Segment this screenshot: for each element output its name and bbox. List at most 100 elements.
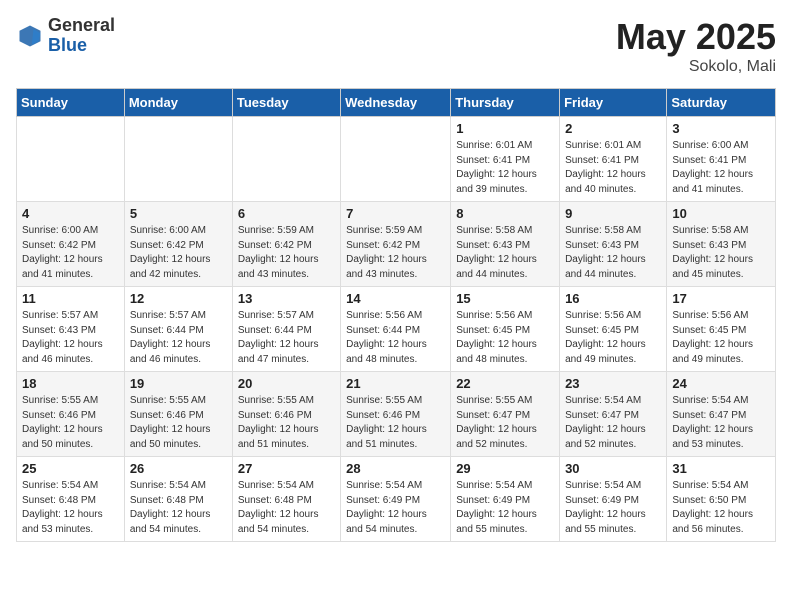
day-content: Sunrise: 5:55 AM Sunset: 6:46 PM Dayligh… bbox=[130, 394, 227, 452]
day-number: 31 bbox=[672, 461, 770, 476]
day-content: Sunrise: 5:56 AM Sunset: 6:45 PM Dayligh… bbox=[456, 309, 554, 367]
calendar-cell: 7 Sunrise: 5:59 AM Sunset: 6:42 PM Daylig… bbox=[341, 202, 451, 287]
month-year-title: May 2025 bbox=[616, 16, 776, 58]
day-number: 5 bbox=[130, 206, 227, 221]
calendar-cell: 15 Sunrise: 5:56 AM Sunset: 6:45 PM Dayli… bbox=[451, 287, 560, 372]
day-content: Sunrise: 5:55 AM Sunset: 6:46 PM Dayligh… bbox=[238, 394, 335, 452]
day-number: 21 bbox=[346, 376, 445, 391]
day-number: 23 bbox=[565, 376, 661, 391]
day-content: Sunrise: 5:54 AM Sunset: 6:49 PM Dayligh… bbox=[456, 479, 554, 537]
day-content: Sunrise: 5:57 AM Sunset: 6:44 PM Dayligh… bbox=[238, 309, 335, 367]
calendar-cell: 4 Sunrise: 6:00 AM Sunset: 6:42 PM Daylig… bbox=[17, 202, 125, 287]
day-content: Sunrise: 5:59 AM Sunset: 6:42 PM Dayligh… bbox=[238, 224, 335, 282]
calendar-cell: 17 Sunrise: 5:56 AM Sunset: 6:45 PM Dayli… bbox=[667, 287, 776, 372]
weekday-header-sunday: Sunday bbox=[17, 89, 125, 117]
day-content: Sunrise: 5:56 AM Sunset: 6:44 PM Dayligh… bbox=[346, 309, 445, 367]
day-content: Sunrise: 6:01 AM Sunset: 6:41 PM Dayligh… bbox=[456, 139, 554, 197]
calendar-cell: 19 Sunrise: 5:55 AM Sunset: 6:46 PM Dayli… bbox=[124, 372, 232, 457]
day-number: 28 bbox=[346, 461, 445, 476]
day-number: 25 bbox=[22, 461, 119, 476]
day-content: Sunrise: 5:54 AM Sunset: 6:49 PM Dayligh… bbox=[346, 479, 445, 537]
calendar-cell: 14 Sunrise: 5:56 AM Sunset: 6:44 PM Dayli… bbox=[341, 287, 451, 372]
day-number: 19 bbox=[130, 376, 227, 391]
day-content: Sunrise: 6:00 AM Sunset: 6:42 PM Dayligh… bbox=[130, 224, 227, 282]
calendar-header: SundayMondayTuesdayWednesdayThursdayFrid… bbox=[17, 89, 776, 117]
day-content: Sunrise: 5:54 AM Sunset: 6:48 PM Dayligh… bbox=[130, 479, 227, 537]
day-number: 29 bbox=[456, 461, 554, 476]
day-number: 14 bbox=[346, 291, 445, 306]
day-content: Sunrise: 5:58 AM Sunset: 6:43 PM Dayligh… bbox=[565, 224, 661, 282]
calendar-cell: 28 Sunrise: 5:54 AM Sunset: 6:49 PM Dayli… bbox=[341, 457, 451, 542]
day-number: 6 bbox=[238, 206, 335, 221]
calendar-cell: 12Sunrise: 5:57 AM Sunset: 6:44 PM Dayli… bbox=[124, 287, 232, 372]
calendar-cell: 18Sunrise: 5:55 AM Sunset: 6:46 PM Dayli… bbox=[17, 372, 125, 457]
day-number: 9 bbox=[565, 206, 661, 221]
day-number: 4 bbox=[22, 206, 119, 221]
day-number: 10 bbox=[672, 206, 770, 221]
day-content: Sunrise: 6:00 AM Sunset: 6:41 PM Dayligh… bbox=[672, 139, 770, 197]
day-content: Sunrise: 5:54 AM Sunset: 6:47 PM Dayligh… bbox=[565, 394, 661, 452]
page-header: General Blue May 2025 Sokolo, Mali bbox=[16, 16, 776, 76]
calendar-cell: 24Sunrise: 5:54 AM Sunset: 6:47 PM Dayli… bbox=[667, 372, 776, 457]
logo-general: General bbox=[48, 16, 115, 36]
day-content: Sunrise: 5:54 AM Sunset: 6:49 PM Dayligh… bbox=[565, 479, 661, 537]
day-content: Sunrise: 5:54 AM Sunset: 6:48 PM Dayligh… bbox=[238, 479, 335, 537]
calendar-cell: 5 Sunrise: 6:00 AM Sunset: 6:42 PM Daylig… bbox=[124, 202, 232, 287]
weekday-header-thursday: Thursday bbox=[451, 89, 560, 117]
calendar-cell: 9 Sunrise: 5:58 AM Sunset: 6:43 PM Daylig… bbox=[560, 202, 667, 287]
day-number: 11 bbox=[22, 291, 119, 306]
day-content: Sunrise: 5:56 AM Sunset: 6:45 PM Dayligh… bbox=[672, 309, 770, 367]
calendar-body: 1Sunrise: 6:01 AM Sunset: 6:41 PM Daylig… bbox=[17, 117, 776, 542]
day-content: Sunrise: 5:54 AM Sunset: 6:48 PM Dayligh… bbox=[22, 479, 119, 537]
day-content: Sunrise: 5:55 AM Sunset: 6:46 PM Dayligh… bbox=[346, 394, 445, 452]
day-number: 26 bbox=[130, 461, 227, 476]
calendar-week-2: 4 Sunrise: 6:00 AM Sunset: 6:42 PM Daylig… bbox=[17, 202, 776, 287]
day-content: Sunrise: 5:59 AM Sunset: 6:42 PM Dayligh… bbox=[346, 224, 445, 282]
day-number: 13 bbox=[238, 291, 335, 306]
calendar-week-5: 25 Sunrise: 5:54 AM Sunset: 6:48 PM Dayli… bbox=[17, 457, 776, 542]
day-number: 18 bbox=[22, 376, 119, 391]
calendar-cell bbox=[232, 117, 340, 202]
calendar-table: SundayMondayTuesdayWednesdayThursdayFrid… bbox=[16, 88, 776, 542]
day-content: Sunrise: 5:54 AM Sunset: 6:47 PM Dayligh… bbox=[672, 394, 770, 452]
day-number: 22 bbox=[456, 376, 554, 391]
day-number: 15 bbox=[456, 291, 554, 306]
calendar-cell: 8 Sunrise: 5:58 AM Sunset: 6:43 PM Daylig… bbox=[451, 202, 560, 287]
calendar-cell: 21 Sunrise: 5:55 AM Sunset: 6:46 PM Dayli… bbox=[341, 372, 451, 457]
calendar-week-4: 18 Sunrise: 5:55 AM Sunset: 6:46 PM Dayli… bbox=[17, 372, 776, 457]
day-content: Sunrise: 6:00 AM Sunset: 6:42 PM Dayligh… bbox=[22, 224, 119, 282]
calendar-cell: 1Sunrise: 6:01 AM Sunset: 6:41 PM Daylig… bbox=[451, 117, 560, 202]
day-number: 27 bbox=[238, 461, 335, 476]
location-subtitle: Sokolo, Mali bbox=[616, 58, 776, 76]
day-number: 3 bbox=[672, 121, 770, 136]
day-content: Sunrise: 6:01 AM Sunset: 6:41 PM Dayligh… bbox=[565, 139, 661, 197]
day-content: Sunrise: 5:57 AM Sunset: 6:44 PM Dayligh… bbox=[130, 309, 227, 367]
calendar-cell: 23 Sunrise: 5:54 AM Sunset: 6:47 PM Dayli… bbox=[560, 372, 667, 457]
weekday-header-wednesday: Wednesday bbox=[341, 89, 451, 117]
calendar-cell: 29 Sunrise: 5:54 AM Sunset: 6:49 PM Dayli… bbox=[451, 457, 560, 542]
day-number: 8 bbox=[456, 206, 554, 221]
day-number: 17 bbox=[672, 291, 770, 306]
weekday-header-monday: Monday bbox=[124, 89, 232, 117]
day-content: Sunrise: 5:54 AM Sunset: 6:50 PM Dayligh… bbox=[672, 479, 770, 537]
calendar-cell: 11Sunrise: 5:57 AM Sunset: 6:43 PM Dayli… bbox=[17, 287, 125, 372]
day-number: 16 bbox=[565, 291, 661, 306]
calendar-cell: 27 Sunrise: 5:54 AM Sunset: 6:48 PM Dayli… bbox=[232, 457, 340, 542]
calendar-cell: 20Sunrise: 5:55 AM Sunset: 6:46 PM Dayli… bbox=[232, 372, 340, 457]
day-content: Sunrise: 5:58 AM Sunset: 6:43 PM Dayligh… bbox=[456, 224, 554, 282]
calendar-week-3: 11Sunrise: 5:57 AM Sunset: 6:43 PM Dayli… bbox=[17, 287, 776, 372]
day-number: 2 bbox=[565, 121, 661, 136]
calendar-cell: 3 Sunrise: 6:00 AM Sunset: 6:41 PM Daylig… bbox=[667, 117, 776, 202]
day-number: 7 bbox=[346, 206, 445, 221]
weekday-header-saturday: Saturday bbox=[667, 89, 776, 117]
logo-icon bbox=[16, 22, 44, 50]
logo-text: General Blue bbox=[48, 16, 115, 56]
calendar-week-1: 1Sunrise: 6:01 AM Sunset: 6:41 PM Daylig… bbox=[17, 117, 776, 202]
logo: General Blue bbox=[16, 16, 115, 56]
calendar-cell: 13 Sunrise: 5:57 AM Sunset: 6:44 PM Dayli… bbox=[232, 287, 340, 372]
calendar-cell bbox=[341, 117, 451, 202]
logo-blue: Blue bbox=[48, 36, 115, 56]
calendar-cell: 25 Sunrise: 5:54 AM Sunset: 6:48 PM Dayli… bbox=[17, 457, 125, 542]
calendar-cell bbox=[17, 117, 125, 202]
day-number: 30 bbox=[565, 461, 661, 476]
